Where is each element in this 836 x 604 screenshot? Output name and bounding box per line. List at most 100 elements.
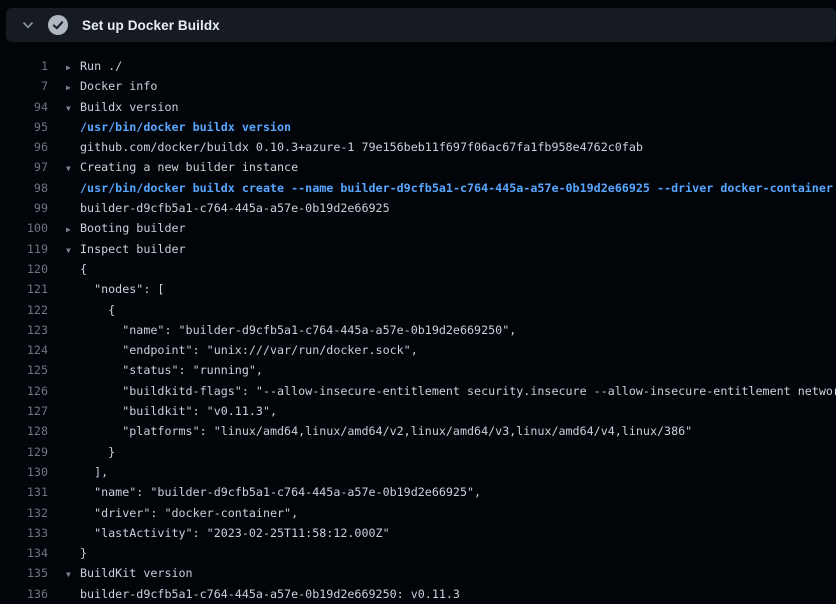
line-number[interactable]: 94 <box>0 97 48 117</box>
log-group-header[interactable]: ▼BuildKit version <box>66 563 836 585</box>
log-row: 136 builder-d9cfb5a1-c764-445a-a57e-0b19d… <box>0 584 836 604</box>
log-output-text: } <box>66 442 836 462</box>
line-number[interactable]: 128 <box>0 421 48 441</box>
log-row: 95/usr/bin/docker buildx version <box>0 117 836 137</box>
log-group-header[interactable]: ▼Creating a new builder instance <box>66 157 836 179</box>
line-number[interactable]: 123 <box>0 320 48 340</box>
log-group-header[interactable]: ▶Run ./ <box>66 56 836 78</box>
log-row: 119 ▼Inspect builder <box>0 239 836 259</box>
log-output-text: builder-d9cfb5a1-c764-445a-a57e-0b19d2e6… <box>66 584 836 604</box>
log-group-title: Docker info <box>80 79 157 93</box>
log-group-title: Inspect builder <box>80 242 186 256</box>
log-row: 100 ▶Booting builder <box>0 218 836 238</box>
line-number[interactable]: 119 <box>0 239 48 259</box>
log-row: 122 { <box>0 300 836 320</box>
line-number[interactable]: 136 <box>0 584 48 604</box>
log-command-text: /usr/bin/docker buildx create --name bui… <box>66 178 836 198</box>
log-row: 126 "buildkitd-flags": "--allow-insecure… <box>0 381 836 401</box>
log-group-title: Buildx version <box>80 100 179 114</box>
log-row: 125 "status": "running", <box>0 360 836 380</box>
log-row: 133 "lastActivity": "2023-02-25T11:58:12… <box>0 523 836 543</box>
line-number[interactable]: 1 <box>0 56 48 76</box>
log-output-text: { <box>66 300 836 320</box>
step-header[interactable]: Set up Docker Buildx <box>6 8 836 42</box>
log-row: 94 ▼Buildx version <box>0 97 836 117</box>
log-group-header[interactable]: ▼Buildx version <box>66 97 836 119</box>
line-number[interactable]: 98 <box>0 178 48 198</box>
line-number[interactable]: 125 <box>0 360 48 380</box>
triangle-right-icon[interactable]: ▶ <box>66 78 80 98</box>
log-output-text: "platforms": "linux/amd64,linux/amd64/v2… <box>66 421 836 441</box>
log-row: 124 "endpoint": "unix:///var/run/docker.… <box>0 340 836 360</box>
log-row: 123 "name": "builder-d9cfb5a1-c764-445a-… <box>0 320 836 340</box>
log-output-text: { <box>66 259 836 279</box>
line-number[interactable]: 135 <box>0 563 48 583</box>
triangle-down-icon[interactable]: ▼ <box>66 159 80 179</box>
log-row: 134} <box>0 543 836 563</box>
log-row: 127 "buildkit": "v0.11.3", <box>0 401 836 421</box>
log-command-text: /usr/bin/docker buildx version <box>66 117 836 137</box>
log-row: 98/usr/bin/docker buildx create --name b… <box>0 178 836 198</box>
log-output-text: builder-d9cfb5a1-c764-445a-a57e-0b19d2e6… <box>66 198 836 218</box>
line-number[interactable]: 134 <box>0 543 48 563</box>
line-number[interactable]: 133 <box>0 523 48 543</box>
chevron-down-icon[interactable] <box>20 17 36 33</box>
log-output-text: ], <box>66 462 836 482</box>
log-output-text: "buildkit": "v0.11.3", <box>66 401 836 421</box>
line-number[interactable]: 97 <box>0 157 48 177</box>
line-number[interactable]: 129 <box>0 442 48 462</box>
line-number[interactable]: 120 <box>0 259 48 279</box>
log-row: 97 ▼Creating a new builder instance <box>0 157 836 177</box>
line-number[interactable]: 126 <box>0 381 48 401</box>
line-number[interactable]: 99 <box>0 198 48 218</box>
log-row: 99 builder-d9cfb5a1-c764-445a-a57e-0b19d2… <box>0 198 836 218</box>
log-row: 131 "name": "builder-d9cfb5a1-c764-445a-… <box>0 482 836 502</box>
log-group-title: Creating a new builder instance <box>80 160 298 174</box>
line-number[interactable]: 124 <box>0 340 48 360</box>
log-output-text: "endpoint": "unix:///var/run/docker.sock… <box>66 340 836 360</box>
log-row: 121 "nodes": [ <box>0 279 836 299</box>
triangle-down-icon[interactable]: ▼ <box>66 99 80 119</box>
line-number[interactable]: 122 <box>0 300 48 320</box>
check-circle-icon <box>48 15 68 35</box>
log-row: 7 ▶Docker info <box>0 76 836 96</box>
log-row: 120 { <box>0 259 836 279</box>
line-number[interactable]: 95 <box>0 117 48 137</box>
log-group-title: Run ./ <box>80 59 122 73</box>
line-number[interactable]: 96 <box>0 137 48 157</box>
triangle-right-icon[interactable]: ▶ <box>66 58 80 78</box>
log-output-text: "name": "builder-d9cfb5a1-c764-445a-a57e… <box>66 320 836 340</box>
triangle-down-icon[interactable]: ▼ <box>66 565 80 585</box>
log-output-text: } <box>66 543 836 563</box>
log-row: 128 "platforms": "linux/amd64,linux/amd6… <box>0 421 836 441</box>
log-output-text: "name": "builder-d9cfb5a1-c764-445a-a57e… <box>66 482 836 502</box>
log-output-text: "driver": "docker-container", <box>66 503 836 523</box>
log-row: 129 } <box>0 442 836 462</box>
line-number[interactable]: 127 <box>0 401 48 421</box>
log-output-text: github.com/docker/buildx 0.10.3+azure-1 … <box>66 137 836 157</box>
line-number[interactable]: 131 <box>0 482 48 502</box>
log-group-header[interactable]: ▶Booting builder <box>66 218 836 240</box>
log-output-text: "nodes": [ <box>66 279 836 299</box>
triangle-down-icon[interactable]: ▼ <box>66 241 80 261</box>
log-group-title: Booting builder <box>80 221 186 235</box>
log-group-header[interactable]: ▼Inspect builder <box>66 239 836 261</box>
log-group-title: BuildKit version <box>80 566 193 580</box>
line-number[interactable]: 100 <box>0 218 48 238</box>
log-row: 135 ▼BuildKit version <box>0 563 836 583</box>
log-row: 96 github.com/docker/buildx 0.10.3+azure-… <box>0 137 836 157</box>
log-group-header[interactable]: ▶Docker info <box>66 76 836 98</box>
log-output-text: "buildkitd-flags": "--allow-insecure-ent… <box>66 381 836 401</box>
log-row: 1 ▶Run ./ <box>0 56 836 76</box>
log-output-text: "lastActivity": "2023-02-25T11:58:12.000… <box>66 523 836 543</box>
line-number[interactable]: 132 <box>0 503 48 523</box>
step-title: Set up Docker Buildx <box>82 18 220 33</box>
line-number[interactable]: 121 <box>0 279 48 299</box>
log-row: 132 "driver": "docker-container", <box>0 503 836 523</box>
log-output-text: "status": "running", <box>66 360 836 380</box>
log-viewer: 1▶Run ./7▶Docker info94▼Buildx version95… <box>0 42 836 604</box>
line-number[interactable]: 130 <box>0 462 48 482</box>
line-number[interactable]: 7 <box>0 76 48 96</box>
log-row: 130 ], <box>0 462 836 482</box>
triangle-right-icon[interactable]: ▶ <box>66 220 80 240</box>
